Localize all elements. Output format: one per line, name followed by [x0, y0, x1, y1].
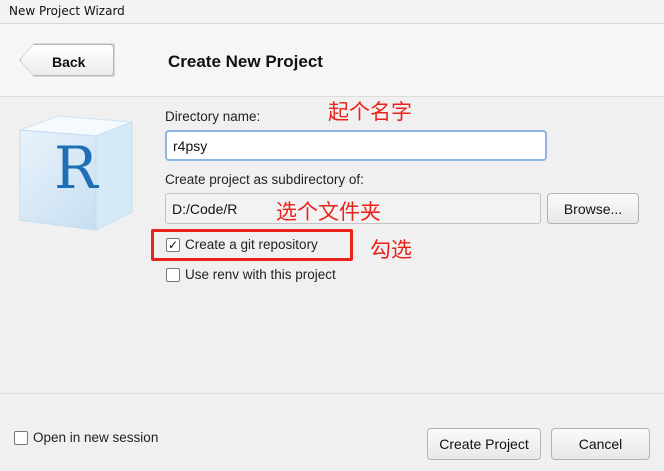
- window-title: New Project Wizard: [9, 4, 125, 18]
- subdirectory-value: D:/Code/R: [172, 200, 238, 217]
- back-button-label[interactable]: Back: [52, 54, 85, 70]
- subdirectory-label: Create project as subdirectory of:: [165, 172, 364, 187]
- directory-name-value: r4psy: [173, 137, 208, 154]
- cancel-label: Cancel: [578, 436, 623, 452]
- name-annotation: 起个名字: [328, 100, 412, 124]
- create-project-button[interactable]: Create Project: [427, 428, 541, 460]
- new-session-label[interactable]: Open in new session: [33, 430, 158, 445]
- git-repository-checkbox[interactable]: ✓: [166, 238, 180, 252]
- check-annotation: 勾选: [370, 238, 412, 262]
- renv-label[interactable]: Use renv with this project: [185, 267, 336, 282]
- page-title: Create New Project: [168, 52, 323, 71]
- window-title-bar: New Project Wizard: [0, 0, 664, 24]
- git-repository-label[interactable]: Create a git repository: [185, 237, 318, 252]
- new-session-checkbox[interactable]: [14, 431, 28, 445]
- directory-name-label: Directory name:: [165, 109, 261, 124]
- browse-button-label: Browse...: [563, 200, 623, 217]
- cancel-button[interactable]: Cancel: [551, 428, 650, 460]
- folder-annotation: 选个文件夹: [276, 200, 381, 224]
- r-project-logo-icon: R: [19, 115, 133, 231]
- create-project-label: Create Project: [439, 436, 529, 452]
- wizard-header: Back Create New Project: [0, 24, 664, 97]
- directory-name-input[interactable]: r4psy: [165, 130, 547, 161]
- footer-divider: [0, 393, 664, 394]
- renv-checkbox[interactable]: [166, 268, 180, 282]
- r-logo-letter: R: [54, 134, 100, 202]
- browse-button[interactable]: Browse...: [547, 193, 639, 224]
